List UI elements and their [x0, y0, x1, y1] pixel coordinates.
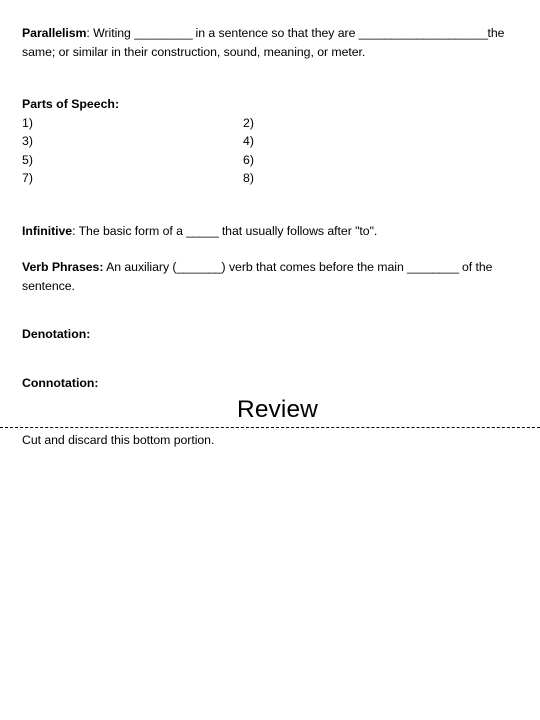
review-title: Review — [237, 396, 318, 423]
parts-of-speech-item-1: 1) — [22, 115, 33, 130]
spacer-after-infinitive — [22, 240, 518, 258]
connotation-label: Connotation: — [22, 375, 99, 390]
verb-phrases-text-2: ) verb that comes before the main — [221, 260, 408, 274]
spacer-after-parallelism — [22, 61, 518, 95]
parts-of-speech-item-5: 5) — [22, 152, 33, 167]
cut-instruction-text: Cut and discard this bottom portion. — [22, 433, 215, 447]
parts-of-speech-row: 1) 2) — [22, 114, 518, 133]
parts-of-speech-row: 5) 6) — [22, 151, 518, 170]
parts-of-speech-item-8: 8) — [243, 171, 254, 185]
verb-phrases-text-1: An auxiliary ( — [103, 260, 177, 274]
parallelism-section: Parallelism: Writing _________ in a sent… — [22, 24, 518, 61]
spacer-after-verb-phrases — [22, 295, 518, 325]
verb-phrases-label: Verb Phrases: — [22, 260, 104, 274]
infinitive-blank-1: _____ — [186, 223, 219, 238]
parts-of-speech-row: 3) 4) — [22, 132, 518, 151]
parts-of-speech-row: 7) 8) — [22, 169, 518, 188]
parallelism-text-2: in a sentence so that they are — [192, 26, 356, 40]
parallelism-blank-2: ____________________ — [358, 26, 488, 40]
worksheet-content: Parallelism: Writing _________ in a sent… — [22, 24, 518, 392]
parts-of-speech-heading: Parts of Speech: — [22, 97, 120, 111]
worksheet-page: Parallelism: Writing _________ in a sent… — [0, 0, 540, 720]
verb-phrases-blank-2: ________ — [407, 260, 459, 274]
review-heading-wrapper: Review — [0, 396, 540, 424]
infinitive-section: Infinitive: The basic form of a _____ th… — [22, 222, 518, 241]
parallelism-label: Parallelism — [22, 26, 87, 40]
parts-of-speech-list: 1) 2) 3) 4) 5) 6) 7) 8) — [22, 114, 518, 188]
parts-of-speech-item-2: 2) — [243, 115, 254, 130]
spacer-after-denotation — [22, 344, 518, 374]
infinitive-label: Infinitive — [22, 223, 73, 238]
parts-of-speech-item-6: 6) — [243, 152, 254, 167]
cut-line-divider — [0, 427, 540, 428]
parallelism-blank-1: _________ — [134, 26, 193, 40]
parallelism-text-1: Writing — [89, 26, 135, 40]
parts-of-speech-item-7: 7) — [22, 171, 33, 185]
verb-phrases-blank-1: _______ — [176, 260, 222, 274]
spacer-after-parts-of-speech — [22, 188, 518, 222]
infinitive-text-2: that usually follows after "to". — [218, 223, 378, 238]
parts-of-speech-item-4: 4) — [243, 134, 254, 148]
denotation-label: Denotation: — [22, 327, 91, 341]
parts-of-speech-item-3: 3) — [22, 134, 33, 148]
verb-phrases-section: Verb Phrases: An auxiliary (_______) ver… — [22, 258, 518, 295]
infinitive-text-1: The basic form of a — [75, 223, 187, 238]
